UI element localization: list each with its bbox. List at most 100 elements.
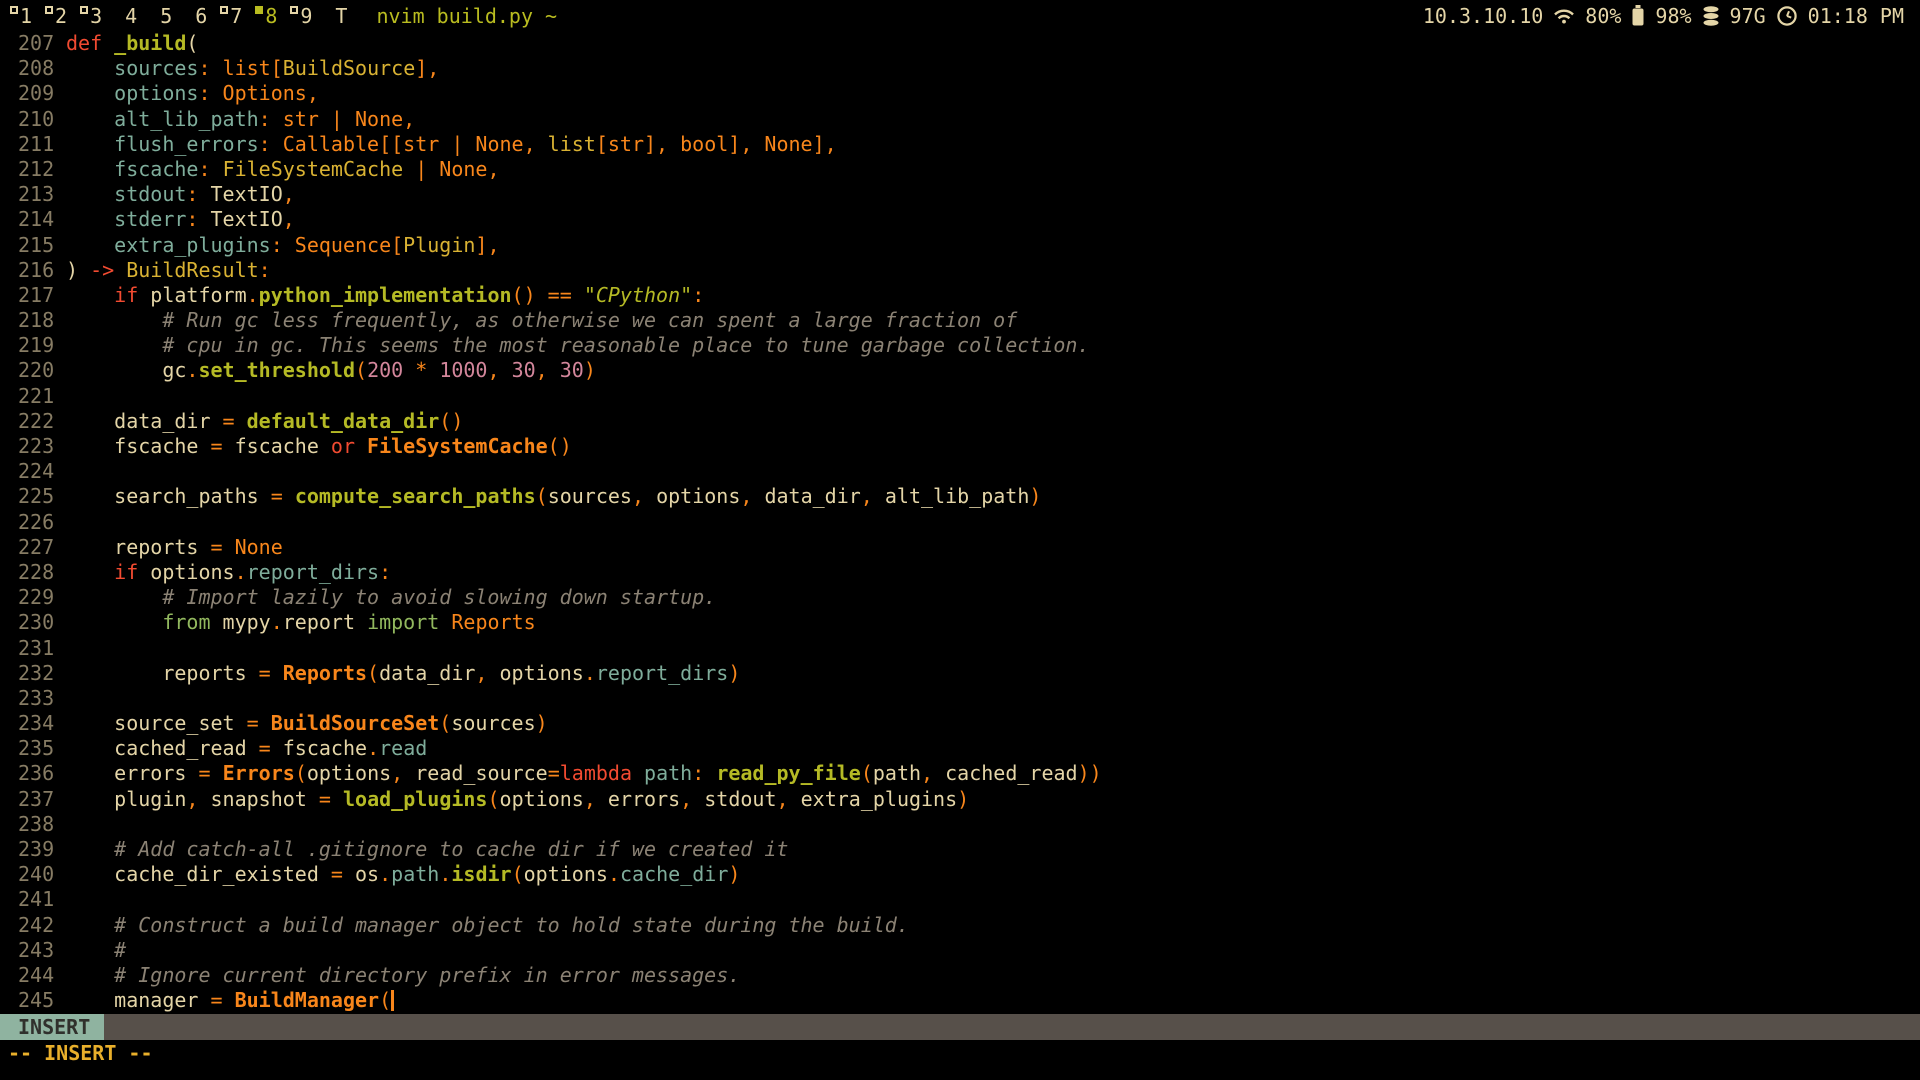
- code-line[interactable]: 209 options: Options,: [0, 81, 1920, 106]
- battery-percentage: 98%: [1655, 4, 1691, 28]
- clock-time: 01:18 PM: [1808, 4, 1904, 28]
- tmux-window-2[interactable]: 2: [45, 4, 67, 28]
- window-number: 5: [160, 4, 172, 28]
- code-line[interactable]: 215 extra_plugins: Sequence[Plugin],: [0, 233, 1920, 258]
- line-number: 215: [18, 233, 54, 258]
- code-line[interactable]: 213 stdout: TextIO,: [0, 182, 1920, 207]
- line-number: 237: [18, 787, 54, 812]
- line-number: 242: [18, 913, 54, 938]
- line-number: 224: [18, 459, 54, 484]
- line-number: 228: [18, 560, 54, 585]
- disk-free: 97G: [1730, 4, 1766, 28]
- window-flag-icon: [290, 6, 298, 14]
- code-text: data_dir = default_data_dir(): [66, 409, 463, 433]
- code-line[interactable]: 242 # Construct a build manager object t…: [0, 913, 1920, 938]
- code-line[interactable]: 239 # Add catch-all .gitignore to cache …: [0, 837, 1920, 862]
- code-line[interactable]: 211 flush_errors: Callable[[str | None, …: [0, 132, 1920, 157]
- tmux-window-4[interactable]: 4: [115, 4, 137, 28]
- code-line[interactable]: 236 errors = Errors(options, read_source…: [0, 761, 1920, 786]
- code-text: source_set = BuildSourceSet(sources): [66, 711, 548, 735]
- line-number: 223: [18, 434, 54, 459]
- code-text: stdout: TextIO,: [66, 182, 295, 206]
- tmux-window-8[interactable]: 8: [255, 4, 277, 28]
- code-line[interactable]: 228 if options.report_dirs:: [0, 560, 1920, 585]
- code-line[interactable]: 223 fscache = fscache or FileSystemCache…: [0, 434, 1920, 459]
- tmux-window-9[interactable]: 9: [290, 4, 312, 28]
- line-number: 220: [18, 358, 54, 383]
- code-line[interactable]: 238: [0, 812, 1920, 837]
- code-text: ) -> BuildResult:: [66, 258, 271, 282]
- code-line[interactable]: 240 cache_dir_existed = os.path.isdir(op…: [0, 862, 1920, 887]
- code-text: if options.report_dirs:: [66, 560, 391, 584]
- active-window-flag-icon: [255, 6, 263, 14]
- tmux-window-7[interactable]: 7: [220, 4, 242, 28]
- line-number: 208: [18, 56, 54, 81]
- window-number: 2: [55, 4, 67, 28]
- code-text: cached_read = fscache.read: [66, 736, 427, 760]
- code-text: from mypy.report import Reports: [66, 610, 536, 634]
- code-line[interactable]: 226: [0, 510, 1920, 535]
- code-line[interactable]: 208 sources: list[BuildSource],: [0, 56, 1920, 81]
- text-cursor: [391, 990, 394, 1011]
- code-text: #: [66, 938, 126, 962]
- code-line[interactable]: 225 search_paths = compute_search_paths(…: [0, 484, 1920, 509]
- line-number: 236: [18, 761, 54, 786]
- editor[interactable]: 207def _build(208 sources: list[BuildSou…: [0, 31, 1920, 1013]
- tmux-window-6[interactable]: 6: [185, 4, 207, 28]
- code-line[interactable]: 230 from mypy.report import Reports: [0, 610, 1920, 635]
- code-line[interactable]: 217 if platform.python_implementation() …: [0, 283, 1920, 308]
- window-number: T: [335, 4, 347, 28]
- line-number: 211: [18, 132, 54, 157]
- line-number: 226: [18, 510, 54, 535]
- code-line[interactable]: 222 data_dir = default_data_dir(): [0, 409, 1920, 434]
- code-text: if platform.python_implementation() == "…: [66, 283, 704, 307]
- code-line[interactable]: 216) -> BuildResult:: [0, 258, 1920, 283]
- code-text: # Add catch-all .gitignore to cache dir …: [66, 837, 788, 861]
- window-number: 8: [265, 4, 277, 28]
- code-line[interactable]: 232 reports = Reports(data_dir, options.…: [0, 661, 1920, 686]
- code-line[interactable]: 244 # Ignore current directory prefix in…: [0, 963, 1920, 988]
- code-line[interactable]: 229 # Import lazily to avoid slowing dow…: [0, 585, 1920, 610]
- code-line[interactable]: 233: [0, 686, 1920, 711]
- code-text: cache_dir_existed = os.path.isdir(option…: [66, 862, 740, 886]
- code-line[interactable]: 220 gc.set_threshold(200 * 1000, 30, 30): [0, 358, 1920, 383]
- code-line[interactable]: 231: [0, 636, 1920, 661]
- tmux-window-title: nvim build.py ~: [376, 4, 557, 28]
- code-text: gc.set_threshold(200 * 1000, 30, 30): [66, 358, 596, 382]
- code-line[interactable]: 241: [0, 887, 1920, 912]
- code-line[interactable]: 243 #: [0, 938, 1920, 963]
- clock-icon: [1777, 6, 1797, 26]
- tmux-window-list: 123456789T: [10, 4, 360, 28]
- tmux-window-T[interactable]: T: [325, 4, 347, 28]
- code-line[interactable]: 237 plugin, snapshot = load_plugins(opti…: [0, 787, 1920, 812]
- line-number: 209: [18, 81, 54, 106]
- line-number: 241: [18, 887, 54, 912]
- code-line[interactable]: 210 alt_lib_path: str | None,: [0, 107, 1920, 132]
- tmux-window-1[interactable]: 1: [10, 4, 32, 28]
- tmux-status-right: 10.3.10.10 80% 98% 97G: [1423, 4, 1904, 28]
- line-number: 245: [18, 988, 54, 1013]
- code-line[interactable]: 218 # Run gc less frequently, as otherwi…: [0, 308, 1920, 333]
- code-line[interactable]: 219 # cpu in gc. This seems the most rea…: [0, 333, 1920, 358]
- line-number: 227: [18, 535, 54, 560]
- tmux-window-5[interactable]: 5: [150, 4, 172, 28]
- code-text: # Run gc less frequently, as otherwise w…: [66, 308, 1017, 332]
- code-line[interactable]: 224: [0, 459, 1920, 484]
- line-number: 240: [18, 862, 54, 887]
- tmux-window-3[interactable]: 3: [80, 4, 102, 28]
- line-number: 230: [18, 610, 54, 635]
- code-line[interactable]: 245 manager = BuildManager(: [0, 988, 1920, 1013]
- code-line[interactable]: 221: [0, 384, 1920, 409]
- code-line[interactable]: 212 fscache: FileSystemCache | None,: [0, 157, 1920, 182]
- code-line[interactable]: 235 cached_read = fscache.read: [0, 736, 1920, 761]
- code-line[interactable]: 227 reports = None: [0, 535, 1920, 560]
- code-line[interactable]: 207def _build(: [0, 31, 1920, 56]
- line-number: 239: [18, 837, 54, 862]
- line-number: 214: [18, 207, 54, 232]
- code-line[interactable]: 234 source_set = BuildSourceSet(sources): [0, 711, 1920, 736]
- code-line[interactable]: 214 stderr: TextIO,: [0, 207, 1920, 232]
- window-number: 7: [230, 4, 242, 28]
- code-text: def _build(: [66, 31, 198, 55]
- vim-statusline: INSERT: [0, 1014, 1920, 1040]
- window-number: 6: [195, 4, 207, 28]
